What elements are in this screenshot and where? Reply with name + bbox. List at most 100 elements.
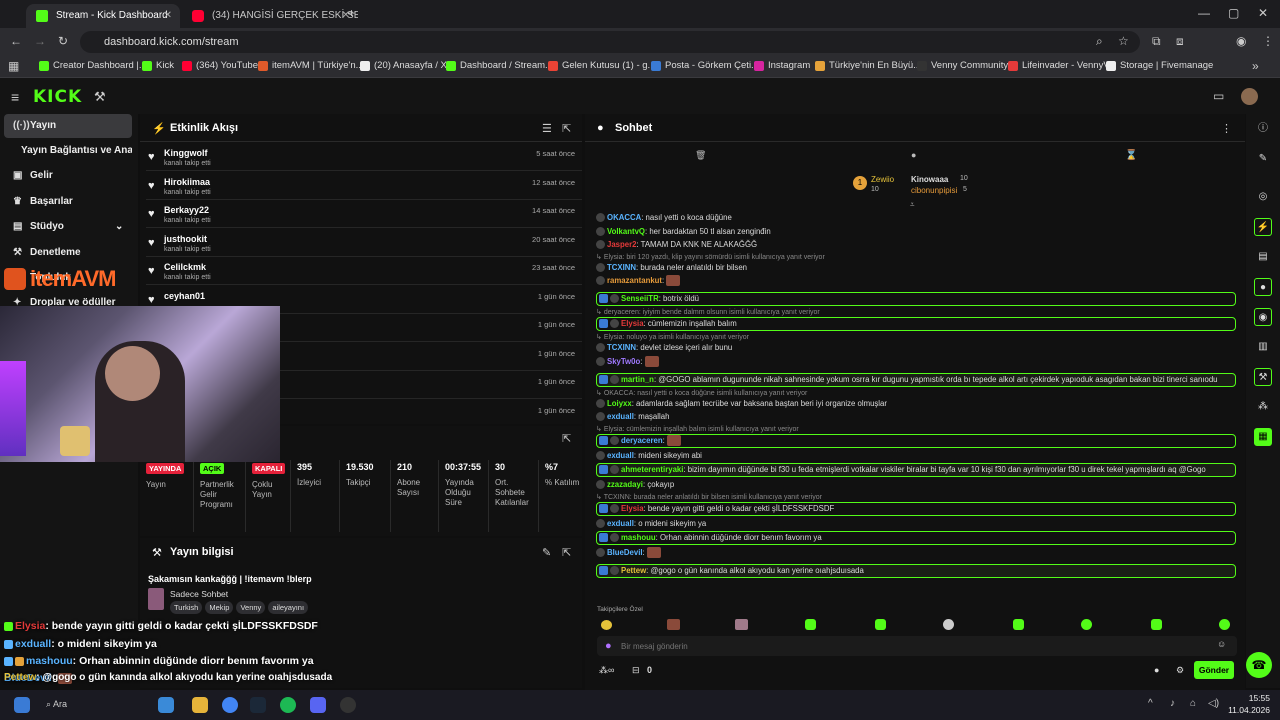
network-icon[interactable]: ⌂ xyxy=(1190,698,1196,709)
chat-message[interactable]: OKACCA: nasıl yetti o koca düğüne xyxy=(596,212,1236,224)
chat-username[interactable]: VolkantvQ xyxy=(607,227,645,236)
close-window-icon[interactable]: ✕ xyxy=(1258,6,1268,20)
chat-username[interactable]: BlueDevil xyxy=(607,548,643,557)
app-icon[interactable]: ▦ xyxy=(1254,428,1272,446)
maximize-icon[interactable]: ▢ xyxy=(1228,6,1239,20)
sidebar-item-yayin[interactable]: ((·)) Yayın xyxy=(4,114,132,138)
card-icon[interactable]: ▭ xyxy=(1213,89,1224,103)
chat-username[interactable]: ahmeterentiryaki xyxy=(621,465,683,474)
wrench-icon[interactable]: ⚒ xyxy=(1254,368,1272,386)
chat-message[interactable]: TCXINN: burada neler anlatıldı bir bilse… xyxy=(596,262,1236,274)
chrome-icon[interactable] xyxy=(222,697,238,713)
extension-icon[interactable]: ⧉ xyxy=(1152,34,1161,49)
chat-message[interactable]: VolkantvQ: her bardaktan 50 tl alsan zen… xyxy=(596,226,1236,238)
microphone-icon[interactable]: ♪ xyxy=(1170,698,1175,709)
close-tab-icon[interactable]: ✕ xyxy=(164,4,172,28)
menu-dots-icon[interactable]: ⋮ xyxy=(1221,122,1232,135)
emote-icon[interactable] xyxy=(1219,619,1230,630)
bookmark-item[interactable]: Posta - Görkem Çeti... xyxy=(651,60,759,71)
tray-chevron-icon[interactable]: ^ xyxy=(1148,698,1153,709)
share-icon[interactable]: ⁂ xyxy=(1254,398,1272,416)
chat-message[interactable]: BlueDevil: xyxy=(596,547,1236,559)
sidebar-item-denetleme[interactable]: ⚒ Denetleme xyxy=(4,241,132,265)
expand-icon[interactable]: ⩡ xyxy=(910,200,915,210)
sidebar-item-gelir[interactable]: ▣ Gelir xyxy=(4,164,132,188)
chat-message[interactable]: ramazantankut: xyxy=(596,275,1236,287)
chat-message[interactable]: SkyTw0o: xyxy=(596,355,1236,368)
chat-message[interactable]: SenseiiTR: botrix öldü xyxy=(596,292,1236,306)
follower-name[interactable]: Celilckmk xyxy=(164,262,206,272)
bookmark-item[interactable]: Instagram xyxy=(754,60,810,71)
emote-icon[interactable] xyxy=(601,620,612,630)
follower-name[interactable]: Berkayy22 xyxy=(164,205,209,215)
stack-icon[interactable]: ▥ xyxy=(1254,338,1272,356)
pencil-icon[interactable]: ✎ xyxy=(1254,150,1272,168)
new-tab-icon[interactable]: + xyxy=(348,6,355,20)
bookmark-item[interactable]: Gelen Kutusu (1) - g... xyxy=(548,60,655,71)
chat-message[interactable]: martin_n: @GOGO ablamın dugununde nikah … xyxy=(596,372,1236,387)
chat-username[interactable]: Pettew xyxy=(621,566,646,575)
bookmark-item[interactable]: Venny Community xyxy=(917,60,1008,71)
tag[interactable]: Venny xyxy=(236,601,266,614)
kick-logo[interactable]: KICK xyxy=(33,87,82,107)
minimize-icon[interactable]: — xyxy=(1198,6,1210,20)
camera-icon[interactable]: ◎ xyxy=(1254,188,1272,206)
emote-icon[interactable] xyxy=(735,619,748,630)
emote-icon[interactable] xyxy=(805,619,816,630)
chat-username[interactable]: exduall xyxy=(607,412,634,421)
chat-username[interactable]: Elysia xyxy=(621,319,644,328)
spotify-icon[interactable] xyxy=(280,697,296,713)
trash-icon[interactable]: 🗑 xyxy=(695,150,706,161)
chat-username[interactable]: OKACCA xyxy=(607,213,641,222)
tag[interactable]: Turkish xyxy=(170,601,203,614)
emote-icon[interactable] xyxy=(943,619,954,630)
chat-username[interactable]: deryaceren xyxy=(621,436,663,445)
bookmark-star-icon[interactable]: ☆ xyxy=(1118,34,1129,48)
chat-message[interactable]: exduall: o mideni sikeyim ya xyxy=(596,518,1236,530)
menu-dots-icon[interactable]: ⋮ xyxy=(1262,34,1274,48)
url-input[interactable]: dashboard.kick.com/stream xyxy=(80,31,1140,53)
bookmark-item[interactable]: itemAVM | Türkiye'n... xyxy=(258,60,364,71)
chat-message[interactable]: TCXINN: devlet izlese içeri alır bunu xyxy=(596,342,1236,354)
volume-icon[interactable]: ◁) xyxy=(1208,698,1219,709)
tag[interactable]: Mekip xyxy=(205,601,234,614)
bookmark-item[interactable]: Türkiye'nin En Büyü... xyxy=(815,60,921,71)
popout-icon[interactable]: ⇱ xyxy=(562,546,571,559)
emote-icon[interactable] xyxy=(667,619,680,630)
sidebar-item-stream-key[interactable]: Yayın Bağlantısı ve Anahtarı xyxy=(4,139,132,163)
chat-username[interactable]: martin_n xyxy=(621,375,654,384)
chat-message[interactable]: ahmeterentiryaki: bizim dayımın düğünde … xyxy=(596,463,1236,477)
bookmark-item[interactable]: Kick xyxy=(142,60,174,71)
chat-message[interactable]: mashouu: Orhan abinnin düğünde diorr ben… xyxy=(596,531,1236,545)
windows-start-icon[interactable] xyxy=(14,697,30,713)
chat-input[interactable] xyxy=(621,638,1201,654)
chat-message[interactable]: zzazadayi: çokayıp xyxy=(596,479,1236,491)
profile-avatar-icon[interactable]: ◉ xyxy=(1236,34,1246,48)
send-button[interactable]: Gönder xyxy=(1194,661,1234,679)
follower-name[interactable]: justhookit xyxy=(164,234,207,244)
gift-icon[interactable]: ⊟ xyxy=(632,665,640,676)
taskbar-search[interactable]: ⌕ Ara xyxy=(46,699,67,710)
sidebar-item-studyo[interactable]: ▤ Stüdyo ⌄ xyxy=(4,215,132,239)
share-icon[interactable]: ⁂∞ xyxy=(599,665,614,676)
more-bookmarks-icon[interactable]: » xyxy=(1252,59,1259,73)
discord-icon[interactable] xyxy=(310,697,326,713)
hammer-icon[interactable]: ⚒ xyxy=(94,89,106,105)
clock-time[interactable]: 15:55 xyxy=(1228,693,1270,703)
bookmark-item[interactable]: Creator Dashboard |... xyxy=(39,60,147,71)
tab-kick-dashboard[interactable]: Stream - Kick Dashboard ✕ xyxy=(26,4,180,28)
mic-icon[interactable]: ● xyxy=(605,640,612,652)
emote-icon[interactable] xyxy=(875,619,886,630)
chat-username[interactable]: Jasper2 xyxy=(607,240,636,249)
follower-name[interactable]: Kinggwolf xyxy=(164,148,208,158)
chat-input-box[interactable]: ● ☺ xyxy=(597,636,1237,656)
chat-username[interactable]: SenseiiTR xyxy=(621,294,659,303)
chat-username[interactable]: zzazadayi xyxy=(607,480,643,489)
emote-icon[interactable] xyxy=(1013,619,1024,630)
clock-date[interactable]: 11.04.2026 xyxy=(1222,705,1270,715)
category-name[interactable]: Sadece Sohbet xyxy=(170,589,228,599)
popout-icon[interactable]: ⇱ xyxy=(562,432,571,445)
obs-icon[interactable] xyxy=(340,697,356,713)
chat-username[interactable]: SkyTw0o xyxy=(607,357,640,366)
chat-username[interactable]: ramazantankut xyxy=(607,276,662,285)
